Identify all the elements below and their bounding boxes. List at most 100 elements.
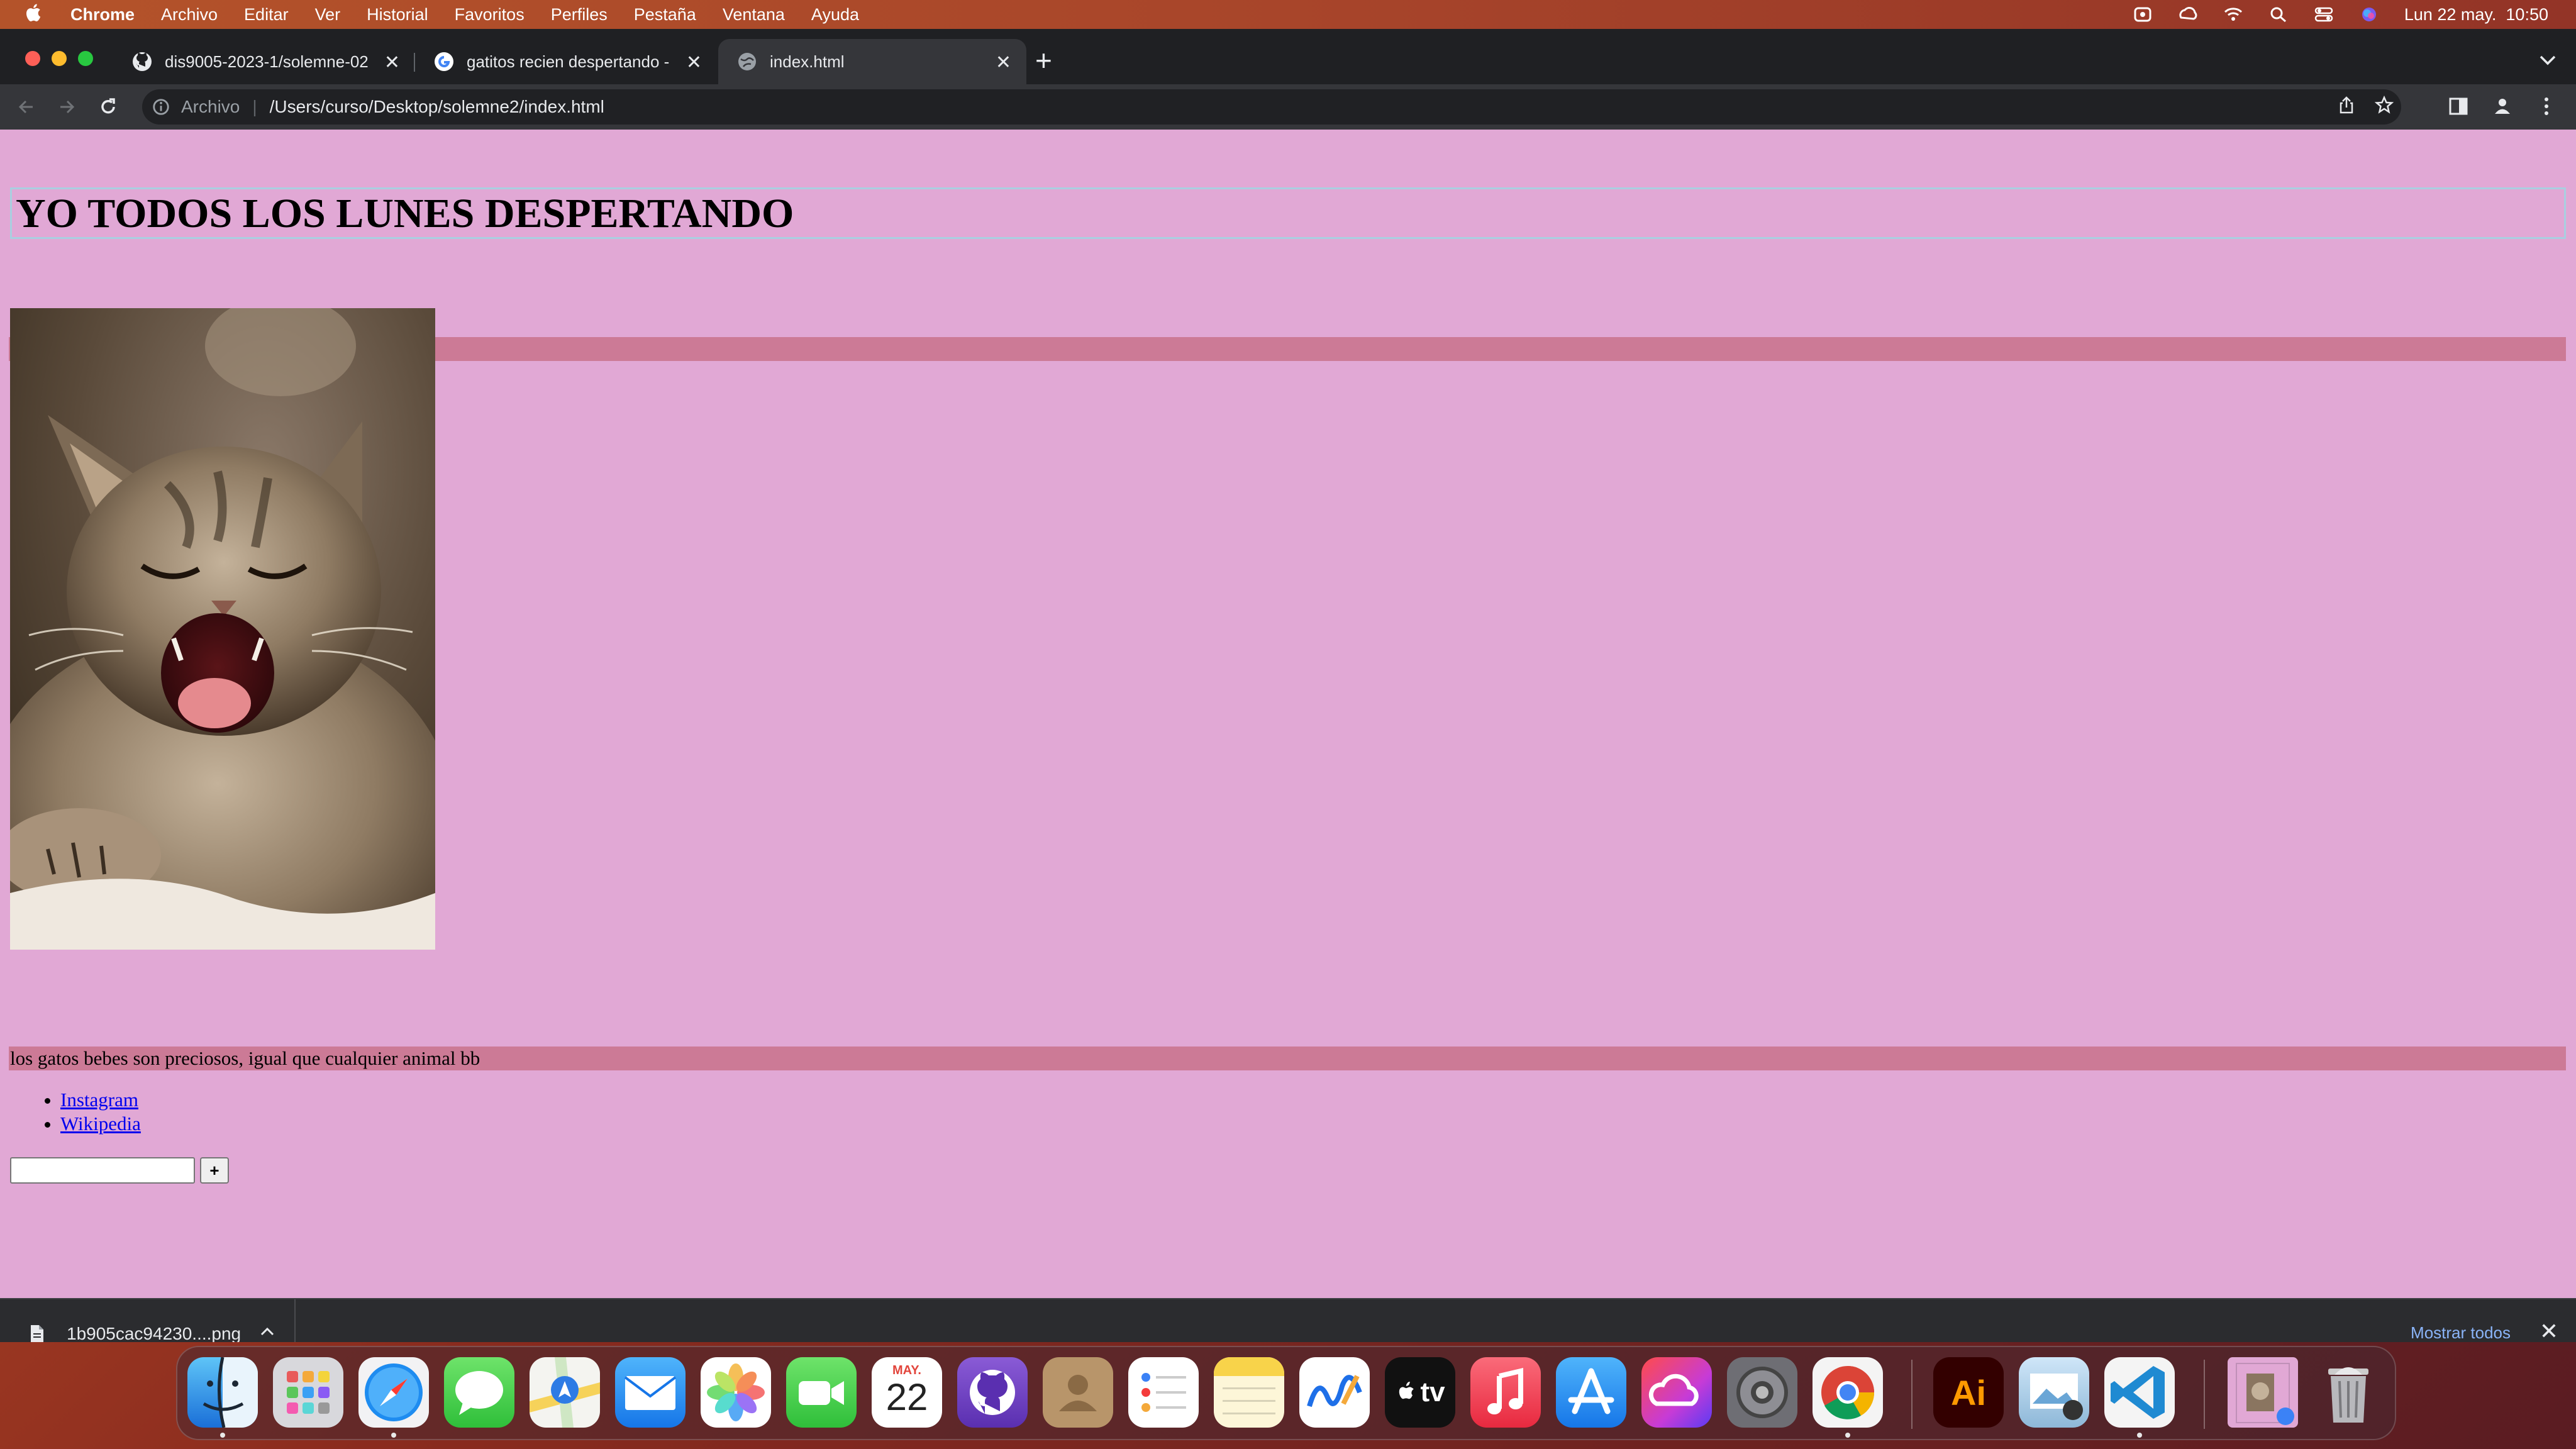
menu-archivo[interactable]: Archivo	[161, 5, 218, 25]
close-window-button[interactable]	[25, 51, 40, 66]
creative-cloud-status-icon[interactable]	[2133, 6, 2153, 23]
window-controls	[25, 51, 93, 66]
close-tab-icon[interactable]: ✕	[996, 52, 1011, 74]
reminders-icon[interactable]	[1128, 1357, 1199, 1428]
running-indicator	[220, 1433, 225, 1438]
maps-icon[interactable]	[530, 1357, 600, 1428]
minimize-window-button[interactable]	[52, 51, 67, 66]
google-chrome-icon[interactable]	[1813, 1357, 1883, 1428]
menu-editar[interactable]: Editar	[244, 5, 289, 25]
wifi-icon[interactable]	[2223, 6, 2243, 23]
add-button[interactable]: +	[200, 1157, 229, 1184]
list-item: Instagram	[60, 1088, 141, 1112]
siri-icon[interactable]	[2359, 6, 2379, 23]
tab-title: gatitos recien despertando - B	[467, 52, 673, 71]
finder-icon[interactable]	[187, 1357, 258, 1428]
page-heading: YO TODOS LOS LUNES DESPERTANDO	[10, 187, 2566, 239]
tab-strip: dis9005-2023-1/solemne-02 a ✕ gatitos re…	[0, 29, 2576, 84]
chevron-up-icon[interactable]	[259, 1322, 275, 1342]
menu-bar-clock[interactable]: Lun 22 may. 10:50	[2404, 5, 2548, 25]
reload-button[interactable]	[96, 94, 121, 119]
address-url[interactable]: /Users/curso/Desktop/solemne2/index.html	[270, 97, 604, 117]
chrome-menu-icon[interactable]	[2534, 94, 2558, 121]
profile-avatar-icon[interactable]	[2490, 94, 2514, 121]
launchpad-icon[interactable]	[273, 1357, 343, 1428]
bookmark-star-icon[interactable]	[2374, 95, 2394, 119]
closing-paragraph: los gatos bebes son preciosos, igual que…	[9, 1046, 2566, 1070]
menu-historial[interactable]: Historial	[367, 5, 428, 25]
close-tab-icon[interactable]: ✕	[686, 52, 702, 74]
trash-icon[interactable]	[2313, 1357, 2384, 1428]
file-icon	[26, 1323, 48, 1342]
creative-cloud-icon[interactable]	[1641, 1357, 1712, 1428]
download-item[interactable]: 1b905cac94230....png	[19, 1299, 296, 1342]
safari-icon[interactable]	[358, 1357, 429, 1428]
side-panel-icon[interactable]	[2446, 94, 2470, 121]
running-indicator	[2137, 1433, 2142, 1438]
downloads-stack-icon[interactable]	[2228, 1357, 2298, 1428]
vscode-icon[interactable]	[2104, 1357, 2175, 1428]
address-scheme-label: Archivo	[181, 97, 240, 116]
address-bar-actions	[2337, 89, 2394, 125]
macos-dock: MAY. 22 tv Ai	[176, 1346, 2396, 1440]
system-settings-icon[interactable]	[1727, 1357, 1797, 1428]
toolbar-right-actions	[2446, 94, 2558, 121]
mail-icon[interactable]	[615, 1357, 686, 1428]
globe-icon	[737, 52, 757, 72]
calendar-day: 22	[886, 1375, 928, 1418]
notes-icon[interactable]	[1214, 1357, 1284, 1428]
dock-separator	[1911, 1360, 1913, 1429]
tab-github[interactable]: dis9005-2023-1/solemne-02 a ✕	[113, 39, 415, 84]
tab-index-html[interactable]: index.html ✕	[718, 39, 1026, 84]
menu-pestana[interactable]: Pestaña	[634, 5, 696, 25]
yawning-kitten-photo	[10, 308, 435, 950]
tab-title: index.html	[770, 52, 845, 71]
creative-cloud-menu-icon[interactable]	[2178, 6, 2198, 23]
spotlight-search-icon[interactable]	[2268, 6, 2289, 23]
adobe-illustrator-icon[interactable]: Ai	[1933, 1357, 2004, 1428]
tab-search-chevron-icon[interactable]	[2538, 50, 2557, 72]
close-download-bar-icon[interactable]: ✕	[2540, 1318, 2558, 1342]
address-bar[interactable]: Archivo | /Users/curso/Desktop/solemne2/…	[142, 89, 2401, 125]
text-input[interactable]	[10, 1157, 195, 1184]
share-icon[interactable]	[2337, 96, 2356, 119]
menu-favoritos[interactable]: Favoritos	[455, 5, 525, 25]
address-divider: |	[252, 97, 257, 116]
back-button[interactable]	[14, 94, 39, 119]
facetime-icon[interactable]	[786, 1357, 857, 1428]
contacts-icon[interactable]	[1043, 1357, 1113, 1428]
forward-button[interactable]	[54, 94, 79, 119]
fullscreen-window-button[interactable]	[78, 51, 93, 66]
tab-google-search[interactable]: gatitos recien despertando - B ✕	[415, 39, 717, 84]
menu-app-chrome[interactable]: Chrome	[70, 5, 135, 25]
tab-title: dis9005-2023-1/solemne-02 a	[165, 52, 371, 71]
list-item: Wikipedia	[60, 1112, 141, 1136]
menu-perfiles[interactable]: Perfiles	[551, 5, 608, 25]
preview-icon[interactable]	[2019, 1357, 2089, 1428]
freeform-icon[interactable]	[1299, 1357, 1370, 1428]
music-icon[interactable]	[1470, 1357, 1541, 1428]
calendar-icon[interactable]: MAY. 22	[872, 1357, 942, 1428]
wikipedia-link[interactable]: Wikipedia	[60, 1113, 141, 1135]
github-desktop-icon[interactable]	[957, 1357, 1028, 1428]
running-indicator	[1845, 1433, 1850, 1438]
app-store-icon[interactable]	[1556, 1357, 1626, 1428]
messages-icon[interactable]	[444, 1357, 514, 1428]
menu-ayuda[interactable]: Ayuda	[811, 5, 859, 25]
show-all-downloads-button[interactable]: Mostrar todos	[2411, 1323, 2511, 1342]
download-file-name: 1b905cac94230....png	[67, 1324, 242, 1342]
control-center-icon[interactable]	[2314, 6, 2334, 23]
apple-tv-icon[interactable]: tv	[1385, 1357, 1455, 1428]
site-info-icon[interactable]	[151, 97, 171, 117]
menu-ventana[interactable]: Ventana	[723, 5, 785, 25]
new-tab-button[interactable]: +	[1035, 46, 1052, 75]
menu-ver[interactable]: Ver	[315, 5, 341, 25]
apple-menu-icon[interactable]	[24, 3, 49, 27]
github-icon	[132, 52, 152, 72]
photos-icon[interactable]	[701, 1357, 771, 1428]
dock-separator	[2204, 1360, 2205, 1429]
instagram-link[interactable]: Instagram	[60, 1089, 138, 1111]
close-tab-icon[interactable]: ✕	[384, 52, 400, 74]
running-indicator	[391, 1433, 396, 1438]
google-icon	[434, 52, 454, 72]
